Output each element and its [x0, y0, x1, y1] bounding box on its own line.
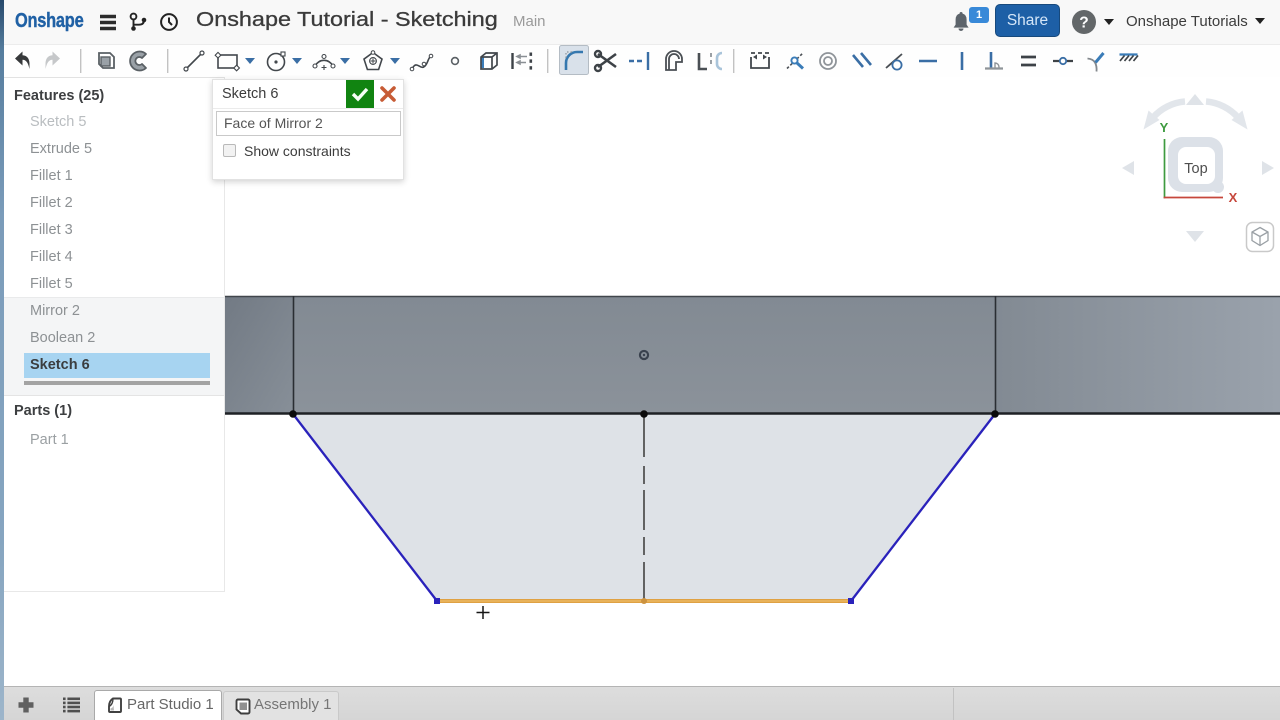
svg-text:X: X — [1229, 190, 1238, 205]
svg-text:Top: Top — [1184, 161, 1207, 177]
svg-text:?: ? — [1079, 15, 1088, 32]
svg-text:Y: Y — [1160, 120, 1169, 135]
